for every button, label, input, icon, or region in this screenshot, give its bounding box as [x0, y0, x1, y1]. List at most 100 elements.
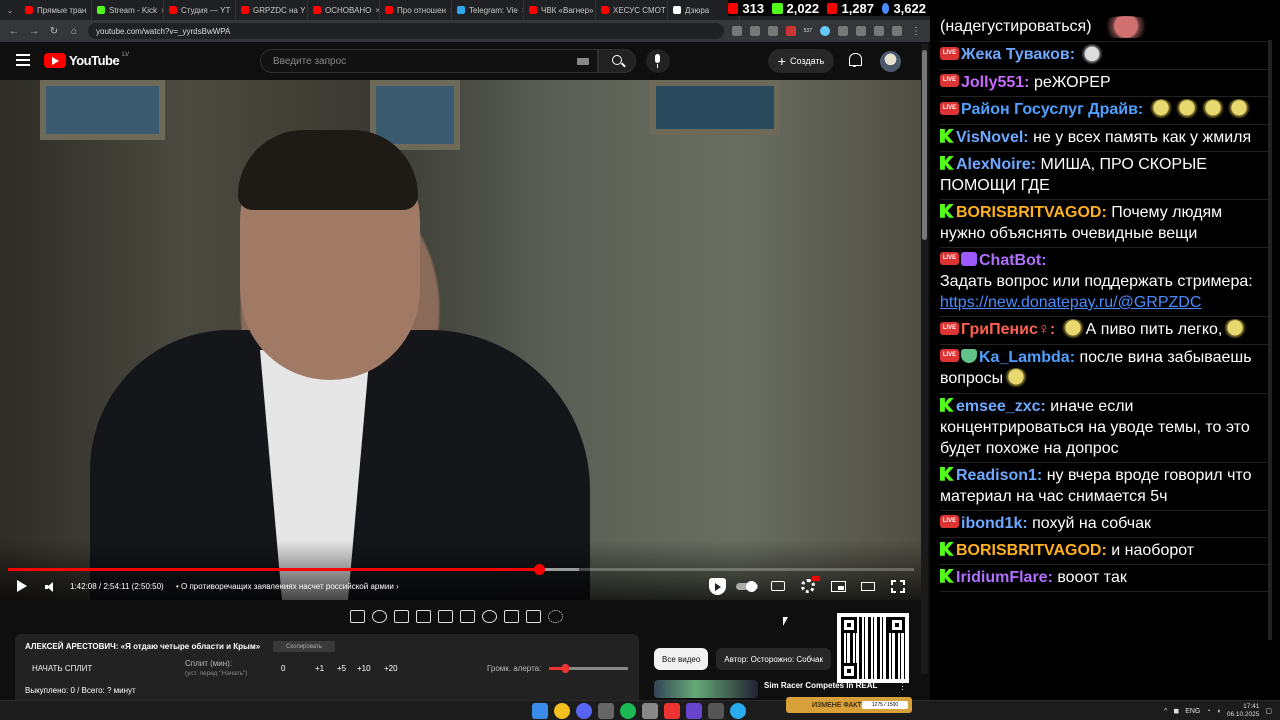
create-button[interactable]: + Создать: [768, 49, 834, 73]
chat-nickname[interactable]: ГриПенис♀:: [961, 321, 1055, 338]
app-icon[interactable]: [664, 703, 680, 719]
chat-nickname[interactable]: IridiumFlare:: [956, 569, 1053, 586]
increment-button[interactable]: +5: [337, 664, 346, 673]
split-value[interactable]: 0: [281, 664, 285, 673]
browser-tab[interactable]: GRPZDC на Y×: [236, 0, 308, 20]
browser-tab[interactable]: ХЕСУС СМОТ×: [596, 0, 668, 20]
page-scrollbar[interactable]: [921, 44, 928, 674]
chat-nickname[interactable]: Район Госуслуг Драйв:: [961, 101, 1143, 118]
home-icon[interactable]: ⌂: [68, 26, 80, 37]
chat-nickname[interactable]: AlexNoire:: [956, 156, 1036, 173]
screenshot-camera-icon[interactable]: [526, 609, 541, 623]
tray-app-icon[interactable]: ◼: [1173, 707, 1179, 715]
download-icon[interactable]: [874, 26, 884, 36]
youtube-logo[interactable]: YouTube LV: [44, 52, 129, 68]
search-input[interactable]: Введите запрос: [260, 49, 598, 73]
profile-icon[interactable]: [892, 26, 902, 36]
clock[interactable]: 17:41 06.10.2025: [1227, 703, 1260, 719]
video-player[interactable]: 1:42:08 / 2:54:11 (2:50:50) • О противор…: [0, 80, 922, 600]
app-icon[interactable]: [642, 703, 658, 719]
keyboard-icon[interactable]: [577, 58, 589, 65]
subtitles-icon[interactable]: [771, 581, 785, 591]
settings-gear-icon[interactable]: [801, 576, 820, 593]
chat-link[interactable]: https://new.donatepay.ru/@GRPZDC: [940, 294, 1201, 311]
increment-button[interactable]: +1: [315, 664, 324, 673]
chip-all-videos[interactable]: Все видео: [654, 648, 709, 670]
telegram-icon[interactable]: [730, 703, 746, 719]
chat-nickname[interactable]: emsee_zxc:: [956, 398, 1046, 415]
forward-icon[interactable]: →: [28, 26, 40, 37]
chat-nickname[interactable]: Jolly551:: [961, 74, 1029, 91]
extension-icon[interactable]: [820, 26, 830, 36]
film-strip-icon[interactable]: [460, 609, 475, 623]
audio-waves-icon[interactable]: [372, 609, 387, 623]
browser-tab[interactable]: Telegram: Vie×: [452, 0, 524, 20]
extensions-puzzle-icon[interactable]: [856, 26, 866, 36]
language-indicator[interactable]: ENG: [1185, 708, 1200, 715]
fullscreen-icon[interactable]: [891, 580, 905, 593]
reload-icon[interactable]: ↻: [48, 26, 60, 37]
wifi-icon[interactable]: ◔: [1206, 708, 1210, 715]
app-icon[interactable]: [708, 703, 724, 719]
chat-nickname[interactable]: BORISBRITVAGOD:: [956, 542, 1107, 559]
tab-search-icon[interactable]: ⌄: [0, 0, 20, 20]
chat-nickname[interactable]: Ka_Lambda:: [979, 349, 1075, 366]
theater-mode-icon[interactable]: [861, 582, 875, 591]
discord-icon[interactable]: [576, 703, 592, 719]
browser-tab[interactable]: Студия — YT×: [164, 0, 236, 20]
search-button[interactable]: [598, 49, 636, 73]
bookmark-star-icon[interactable]: [767, 26, 778, 36]
app-icon[interactable]: [686, 703, 702, 719]
avatar[interactable]: [880, 51, 901, 72]
sponsorblock-shield-icon[interactable]: [709, 578, 726, 595]
video-settings-icon[interactable]: [394, 609, 409, 623]
address-bar[interactable]: youtube.com/watch?v=_yyrdsBwWPA: [88, 23, 724, 39]
copy-button[interactable]: Скопировать: [273, 641, 335, 652]
browser-tab[interactable]: ЧВК «Вагнер»×: [524, 0, 596, 20]
notifications-bell-icon[interactable]: [848, 53, 862, 67]
video-thumbnail[interactable]: [654, 680, 758, 698]
zoom-icon[interactable]: [749, 26, 760, 36]
start-split-button[interactable]: НАЧАТЬ СПЛИТ: [32, 664, 92, 673]
autoplay-toggle[interactable]: [736, 581, 758, 592]
spotify-icon[interactable]: [620, 703, 636, 719]
chat-nickname[interactable]: Жека Туваков:: [961, 46, 1075, 63]
chapter-title[interactable]: • О противоречащих заявлениях насчет рос…: [176, 582, 399, 591]
film-icon[interactable]: [416, 609, 431, 623]
start-menu-icon[interactable]: [532, 703, 548, 719]
browser-tab[interactable]: Прямые тран×: [20, 0, 92, 20]
progress-bar[interactable]: [8, 564, 914, 575]
speed-icon[interactable]: [482, 609, 497, 623]
back-icon[interactable]: ←: [8, 26, 20, 37]
add-video-icon[interactable]: [504, 609, 519, 623]
chrome-icon[interactable]: [554, 703, 570, 719]
alert-volume-slider[interactable]: [549, 664, 628, 673]
miniplayer-icon[interactable]: [831, 581, 846, 592]
browser-tab[interactable]: Stream - Kick×: [92, 0, 164, 20]
notifications-icon[interactable]: ▢: [1265, 707, 1272, 715]
scrollbar-thumb[interactable]: [922, 50, 927, 240]
gear-icon[interactable]: [548, 609, 563, 623]
chat-nickname[interactable]: BORISBRITVAGOD:: [956, 204, 1107, 221]
increment-button[interactable]: +10: [357, 664, 371, 673]
chat-nickname[interactable]: ChatBot:: [979, 252, 1047, 269]
volume-icon[interactable]: [45, 582, 55, 592]
cast-icon[interactable]: [731, 26, 742, 36]
chip-author[interactable]: Автор: Осторожно: Собчак: [716, 648, 832, 670]
browser-tab[interactable]: Про отношен×: [380, 0, 452, 20]
chat-nickname[interactable]: Readison1:: [956, 467, 1042, 484]
extension-icon[interactable]: [838, 26, 848, 36]
chat-scrollbar[interactable]: [1268, 40, 1272, 640]
tray-chevron-icon[interactable]: ^: [1164, 708, 1167, 715]
chat-nickname[interactable]: ibond1k:: [961, 515, 1028, 532]
increment-button[interactable]: +20: [384, 664, 398, 673]
hamburger-menu-icon[interactable]: [16, 54, 30, 66]
more-icon[interactable]: ⋮: [910, 26, 922, 37]
obs-icon[interactable]: [598, 703, 614, 719]
browser-tab[interactable]: ОСНОВАНО ×: [308, 0, 380, 20]
speaker-icon[interactable]: ◖: [1217, 708, 1221, 715]
crop-icon[interactable]: [438, 609, 453, 623]
chat-nickname[interactable]: VisNovel:: [956, 129, 1029, 146]
extension-icon[interactable]: [785, 26, 796, 36]
voice-search-mic-icon[interactable]: [646, 49, 670, 73]
